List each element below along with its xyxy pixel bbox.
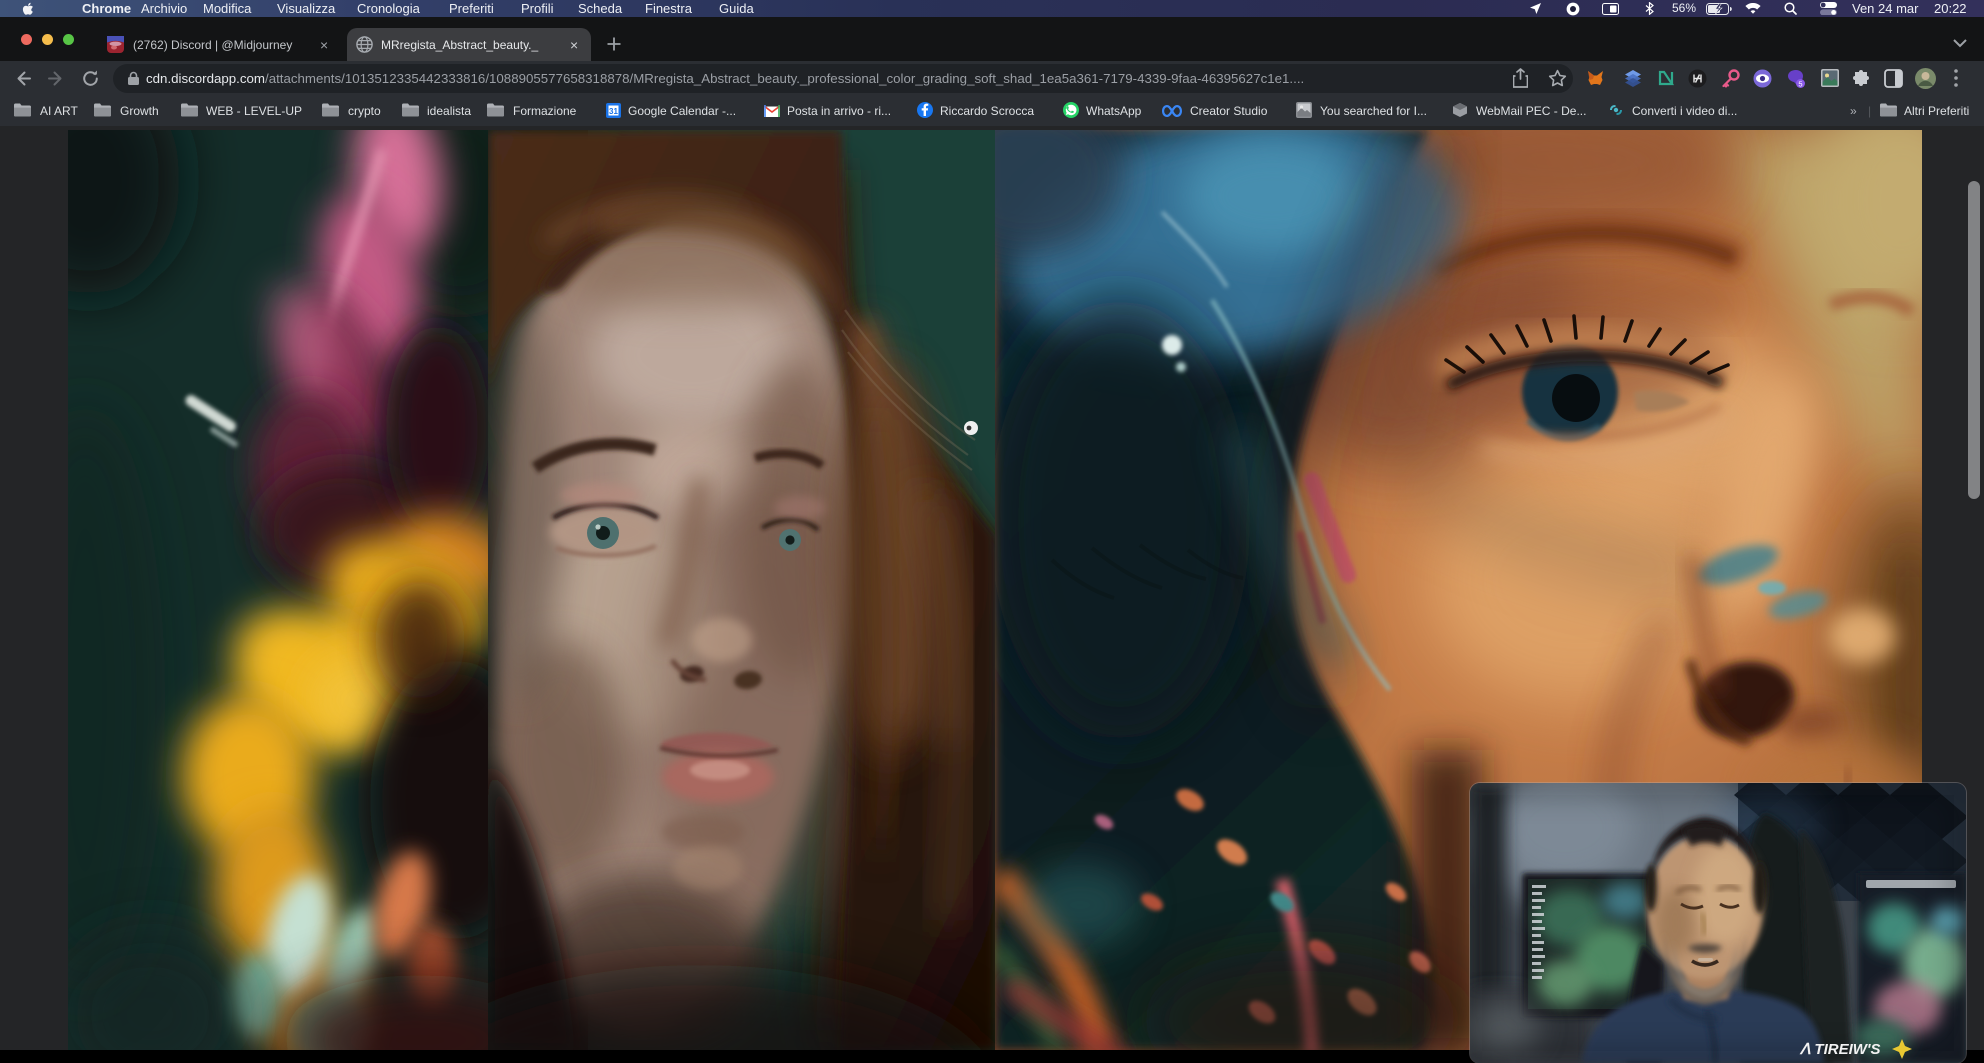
svg-text:5: 5: [1798, 80, 1802, 89]
svg-text:31: 31: [609, 107, 618, 116]
